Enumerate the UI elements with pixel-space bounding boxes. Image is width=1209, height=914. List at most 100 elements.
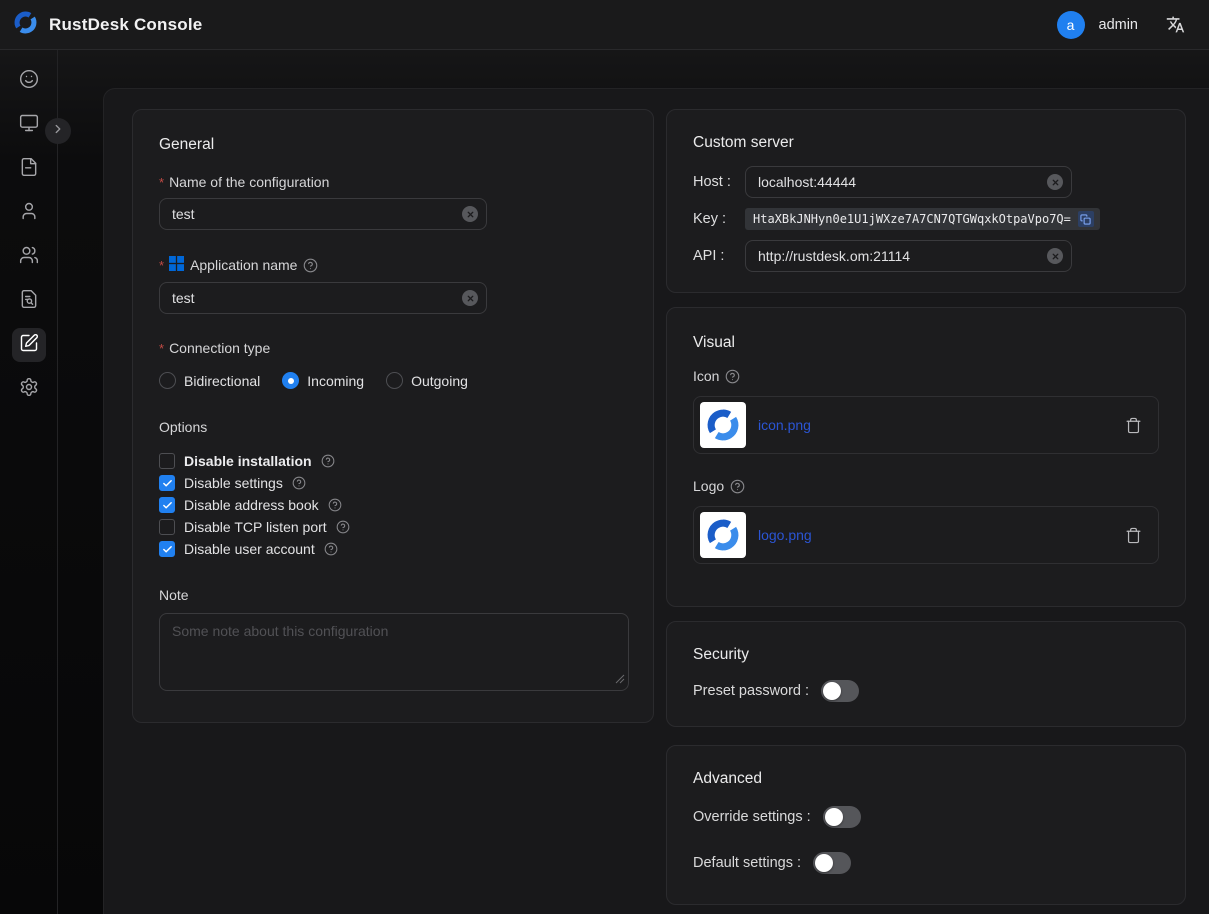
sidebar-item-dashboard[interactable]	[12, 64, 46, 98]
radio-outgoing[interactable]: Outgoing	[386, 372, 468, 389]
note-textarea[interactable]	[159, 613, 629, 691]
users-icon	[19, 245, 39, 270]
help-icon[interactable]	[725, 369, 740, 384]
api-label: API :	[693, 248, 745, 264]
option-disable-tcp-listen-port: Disable TCP listen port	[159, 519, 627, 535]
checkbox-unchecked[interactable]	[159, 519, 175, 535]
radio-circle	[386, 372, 403, 389]
edit-icon	[19, 333, 39, 358]
icon-file-link[interactable]: icon.png	[758, 417, 811, 433]
sidebar-item-audit[interactable]	[12, 284, 46, 318]
app-name-input[interactable]	[159, 282, 487, 314]
main-panel: General * Name of the configuration *	[103, 88, 1209, 914]
toggle-knob	[815, 854, 833, 872]
translate-icon[interactable]	[1166, 15, 1185, 34]
host-label: Host :	[693, 174, 745, 190]
rustdesk-logo-icon	[12, 9, 39, 41]
default-settings-toggle[interactable]	[813, 852, 851, 874]
advanced-card: Advanced Override settings : Default set…	[666, 745, 1186, 905]
copy-icon[interactable]	[1078, 211, 1094, 227]
icon-file-row: icon.png	[693, 396, 1159, 454]
app-shell: General * Name of the configuration *	[0, 50, 1209, 914]
custom-server-title: Custom server	[693, 134, 1159, 152]
override-settings-label: Override settings :	[693, 809, 811, 825]
clear-icon[interactable]	[462, 206, 478, 222]
file-search-icon	[19, 289, 39, 314]
radio-incoming[interactable]: Incoming	[282, 372, 364, 389]
monitor-icon	[19, 113, 39, 138]
user-icon	[19, 201, 39, 226]
file-icon	[19, 157, 39, 182]
general-card-title: General	[159, 136, 627, 154]
icon-thumbnail	[700, 402, 746, 448]
trash-icon[interactable]	[1125, 527, 1142, 544]
logo-label: Logo	[693, 478, 724, 494]
sidebar-item-users[interactable]	[12, 196, 46, 230]
logo-thumbnail	[700, 512, 746, 558]
preset-password-toggle[interactable]	[821, 680, 859, 702]
connection-type-label-row: * Connection type	[159, 340, 627, 356]
custom-server-card: Custom server Host : Key : H	[666, 109, 1186, 293]
sidebar-item-settings[interactable]	[12, 372, 46, 406]
key-label: Key :	[693, 211, 745, 227]
trash-icon[interactable]	[1125, 417, 1142, 434]
option-disable-address-book: Disable address book	[159, 497, 627, 513]
checkbox-unchecked[interactable]	[159, 453, 175, 469]
gear-icon	[19, 377, 39, 402]
radio-circle-checked	[282, 372, 299, 389]
help-icon[interactable]	[303, 258, 318, 273]
preset-password-row: Preset password :	[693, 680, 1159, 702]
host-input[interactable]	[745, 166, 1072, 198]
help-icon[interactable]	[324, 542, 338, 556]
required-asterisk: *	[159, 175, 164, 190]
logo-file-row: logo.png	[693, 506, 1159, 564]
username[interactable]: admin	[1099, 17, 1139, 33]
help-icon[interactable]	[730, 479, 745, 494]
checkbox-checked[interactable]	[159, 497, 175, 513]
help-icon[interactable]	[321, 454, 335, 468]
sidebar-item-custom-client[interactable]	[12, 328, 46, 362]
advanced-title: Advanced	[693, 770, 1159, 788]
config-name-label: Name of the configuration	[169, 174, 329, 190]
help-icon[interactable]	[336, 520, 350, 534]
icon-label: Icon	[693, 368, 719, 384]
sidebar-item-devices[interactable]	[12, 108, 46, 142]
visual-card: Visual Icon icon.png	[666, 307, 1186, 607]
chevron-right-icon	[51, 122, 65, 141]
clear-icon[interactable]	[1047, 248, 1063, 264]
config-name-input[interactable]	[159, 198, 487, 230]
override-settings-toggle[interactable]	[823, 806, 861, 828]
app-name-label-row: * Application name	[159, 256, 627, 274]
clear-icon[interactable]	[1047, 174, 1063, 190]
checkbox-checked[interactable]	[159, 541, 175, 557]
api-row: API :	[693, 240, 1159, 272]
toggle-knob	[823, 682, 841, 700]
checkbox-checked[interactable]	[159, 475, 175, 491]
visual-title: Visual	[693, 334, 1159, 352]
icon-label-row: Icon	[693, 368, 1159, 384]
logo-file-link[interactable]: logo.png	[758, 527, 812, 543]
app-header: RustDesk Console a admin	[0, 0, 1209, 50]
preset-password-label: Preset password :	[693, 683, 809, 699]
default-settings-row: Default settings :	[693, 852, 1159, 874]
help-icon[interactable]	[328, 498, 342, 512]
override-settings-row: Override settings :	[693, 806, 1159, 828]
smile-icon	[19, 69, 39, 94]
help-icon[interactable]	[292, 476, 306, 490]
general-card: General * Name of the configuration *	[132, 109, 654, 723]
clear-icon[interactable]	[462, 290, 478, 306]
sidebar	[0, 50, 58, 914]
api-input[interactable]	[745, 240, 1072, 272]
connection-type-label: Connection type	[169, 340, 270, 356]
config-name-label-row: * Name of the configuration	[159, 174, 627, 190]
required-asterisk: *	[159, 341, 164, 356]
required-asterisk: *	[159, 258, 164, 273]
sidebar-item-groups[interactable]	[12, 240, 46, 274]
radio-bidirectional[interactable]: Bidirectional	[159, 372, 260, 389]
sidebar-item-documents[interactable]	[12, 152, 46, 186]
avatar[interactable]: a	[1057, 11, 1085, 39]
key-row: Key : HtaXBkJNHyn0e1U1jWXze7A7CN7QTGWqxk…	[693, 208, 1159, 230]
toggle-knob	[825, 808, 843, 826]
sidebar-expand-button[interactable]	[45, 118, 71, 144]
security-card: Security Preset password :	[666, 621, 1186, 727]
